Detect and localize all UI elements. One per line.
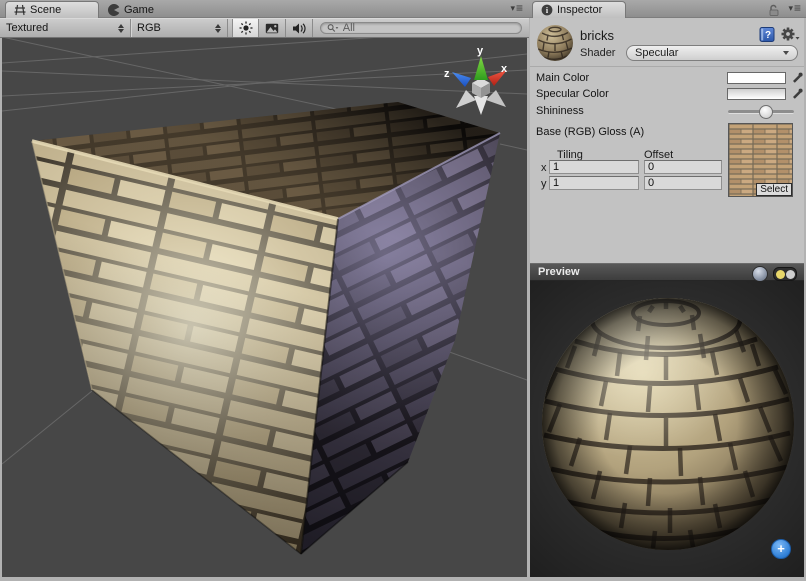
shader-value: Specular bbox=[635, 47, 678, 59]
tab-game[interactable]: Game bbox=[100, 1, 196, 18]
scene-panel-menu-icon[interactable]: ▾≡ bbox=[510, 2, 523, 14]
base-texture-thumbnail[interactable]: Select bbox=[728, 123, 793, 197]
skybox-fx-toggle-button[interactable] bbox=[259, 19, 286, 37]
gizmo-x-label: x bbox=[501, 63, 508, 75]
grid-icon bbox=[14, 4, 26, 16]
preview-sphere-render[interactable] bbox=[530, 281, 804, 577]
preview-sphere-button[interactable] bbox=[752, 266, 768, 282]
tab-inspector[interactable]: i Inspector bbox=[532, 1, 626, 18]
image-icon bbox=[265, 23, 279, 34]
preview-header: Preview bbox=[530, 263, 804, 281]
preview-light-toggle[interactable] bbox=[773, 267, 797, 281]
offset-y-field[interactable] bbox=[644, 176, 722, 190]
gizmo-z-label: z bbox=[444, 68, 450, 80]
specular-color-label: Specular Color bbox=[536, 88, 609, 100]
chevron-down-icon bbox=[783, 51, 789, 55]
shininess-label: Shininess bbox=[536, 105, 584, 117]
inspector-panel: bricks Shader Specular ? Main Color bbox=[530, 18, 804, 263]
light-off-dot-icon bbox=[786, 270, 795, 279]
material-name: bricks bbox=[580, 28, 614, 43]
offset-y-input[interactable] bbox=[645, 177, 721, 189]
color-mode-value: RGB bbox=[137, 22, 161, 34]
gear-menu-icon[interactable] bbox=[780, 26, 800, 42]
speaker-icon bbox=[292, 22, 306, 35]
separator bbox=[530, 66, 804, 67]
shader-label: Shader bbox=[580, 47, 615, 59]
scene-tabbar: Scene Game ▾≡ bbox=[0, 0, 529, 18]
eyedropper-icon[interactable] bbox=[791, 87, 804, 100]
eyedropper-icon[interactable] bbox=[791, 71, 804, 84]
add-button[interactable]: + bbox=[771, 539, 791, 559]
pacman-icon bbox=[108, 4, 120, 16]
base-texture-label: Base (RGB) Gloss (A) bbox=[536, 126, 644, 138]
audio-toggle-button[interactable] bbox=[286, 19, 313, 37]
sun-icon bbox=[239, 21, 253, 35]
info-icon: i bbox=[541, 4, 553, 16]
main-color-label: Main Color bbox=[536, 72, 589, 84]
shader-dropdown[interactable]: Specular bbox=[626, 45, 798, 61]
tiling-y-field[interactable] bbox=[549, 176, 639, 190]
main-color-swatch[interactable] bbox=[727, 72, 786, 84]
unlock-icon[interactable] bbox=[768, 4, 780, 16]
search-input[interactable] bbox=[341, 21, 515, 35]
tab-game-label: Game bbox=[124, 4, 154, 16]
specular-color-swatch[interactable] bbox=[727, 88, 786, 100]
inspector-panel-menu-icon[interactable]: ▾≡ bbox=[788, 2, 801, 14]
tab-inspector-label: Inspector bbox=[557, 4, 602, 16]
search-icon bbox=[327, 23, 339, 34]
preview-area[interactable]: + bbox=[530, 281, 804, 577]
gizmo-y-label: y bbox=[477, 45, 484, 57]
preview-title: Preview bbox=[538, 266, 580, 278]
light-on-dot-icon bbox=[776, 270, 785, 279]
material-sphere-thumbnail bbox=[536, 24, 574, 62]
dropdown-arrows-icon bbox=[215, 24, 221, 33]
tiling-y-input[interactable] bbox=[550, 177, 638, 189]
lighting-toggle-button[interactable] bbox=[232, 19, 259, 37]
scene-search-field[interactable] bbox=[320, 22, 522, 34]
tab-scene-label: Scene bbox=[30, 4, 61, 16]
color-mode-dropdown[interactable]: RGB bbox=[131, 19, 228, 37]
scene-viewport[interactable]: y x z bbox=[2, 38, 527, 577]
tiling-y-label: y bbox=[541, 178, 547, 190]
tiling-x-label: x bbox=[541, 162, 547, 174]
unity-editor-window: Scene Game ▾≡ Textured RGB bbox=[0, 0, 806, 581]
draw-mode-value: Textured bbox=[6, 22, 48, 34]
scene-toolbar: Textured RGB bbox=[0, 18, 529, 38]
inspector-tabbar: i Inspector ▾≡ bbox=[529, 0, 806, 18]
draw-mode-dropdown[interactable]: Textured bbox=[0, 19, 131, 37]
tiling-x-input[interactable] bbox=[550, 161, 638, 173]
dropdown-arrows-icon bbox=[118, 24, 124, 33]
svg-text:?: ? bbox=[765, 30, 771, 41]
texture-select-button[interactable]: Select bbox=[756, 183, 792, 196]
shininess-slider-handle[interactable] bbox=[759, 105, 773, 119]
help-book-icon[interactable]: ? bbox=[759, 27, 775, 42]
offset-x-field[interactable] bbox=[644, 160, 722, 174]
offset-x-input[interactable] bbox=[645, 161, 721, 173]
tab-scene[interactable]: Scene bbox=[5, 1, 99, 18]
tiling-x-field[interactable] bbox=[549, 160, 639, 174]
